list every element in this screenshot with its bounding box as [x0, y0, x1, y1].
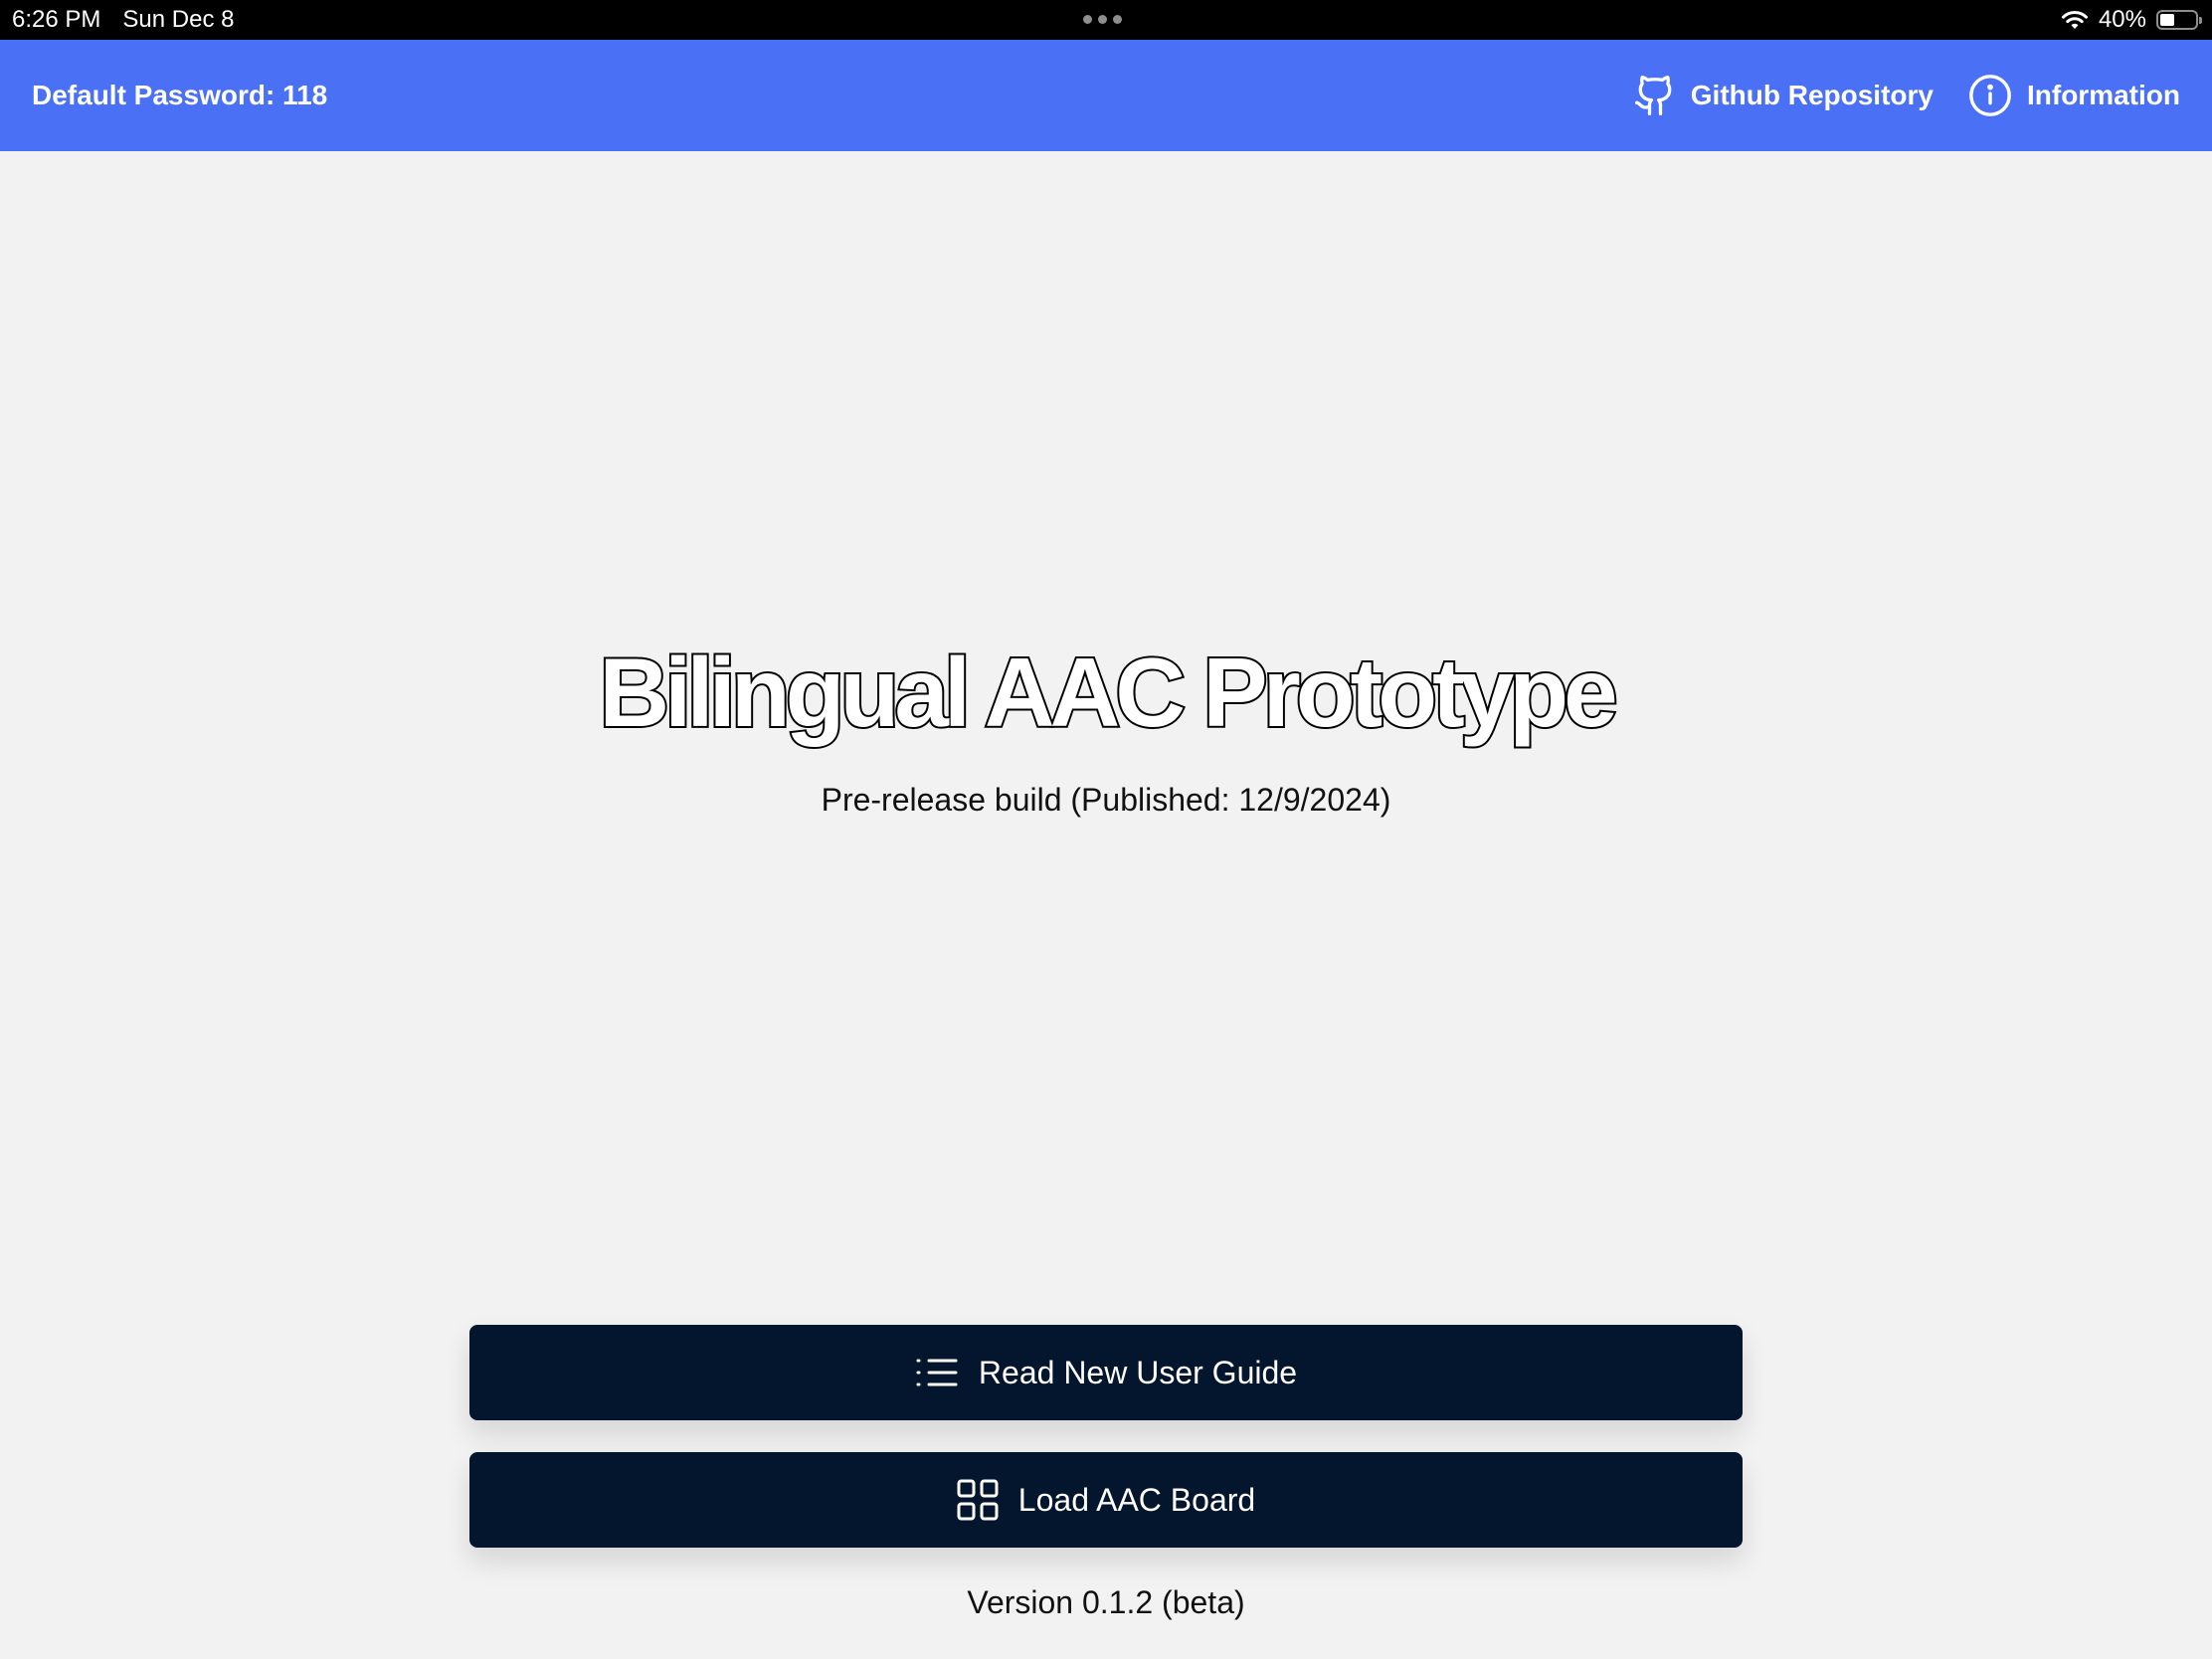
grid-icon — [957, 1479, 999, 1521]
status-date: Sun Dec 8 — [122, 6, 235, 33]
load-aac-board-label: Load AAC Board — [1017, 1481, 1256, 1518]
status-right: 40% — [2061, 0, 2202, 40]
information-link[interactable]: Information — [1967, 73, 2180, 118]
information-label: Information — [2027, 80, 2180, 110]
status-left: 6:26 PM Sun Dec 8 — [12, 0, 234, 40]
github-repository-label: Github Repository — [1690, 80, 1934, 110]
list-icon — [916, 1359, 958, 1386]
status-bar: 6:26 PM Sun Dec 8 40% — [0, 0, 2212, 40]
github-repository-link[interactable]: Github Repository — [1633, 73, 1934, 118]
read-user-guide-button[interactable]: Read New User Guide — [469, 1325, 1743, 1420]
info-circle-icon — [1969, 75, 2011, 116]
battery-percent: 40% — [2098, 6, 2146, 33]
battery-icon — [2156, 10, 2202, 30]
header-links: Github Repository Information — [1633, 40, 2180, 151]
version-text: Version 0.1.2 (beta) — [967, 1584, 1245, 1620]
wifi-icon — [2061, 11, 2088, 29]
load-aac-board-button[interactable]: Load AAC Board — [469, 1452, 1743, 1548]
status-time: 6:26 PM — [12, 6, 101, 33]
github-icon — [1634, 76, 1672, 115]
read-user-guide-label: Read New User Guide — [978, 1354, 1298, 1390]
default-password: Default Password: 118 — [32, 80, 328, 110]
build-subtitle: Pre-release build (Published: 12/9/2024) — [821, 782, 1391, 818]
top-header: Default Password: 118 Github Repository … — [0, 40, 2212, 151]
app-title: Bilingual AAC Prototype — [597, 636, 1619, 749]
multitasking-dots-icon[interactable] — [1083, 15, 1122, 24]
